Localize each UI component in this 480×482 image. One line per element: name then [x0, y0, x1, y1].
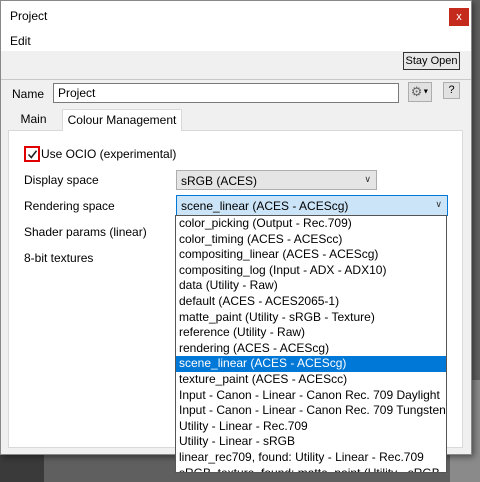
dropdown-option[interactable]: color_timing (ACES - ACEScc): [176, 232, 446, 248]
use-ocio-label: Use OCIO (experimental): [41, 147, 177, 161]
dropdown-option[interactable]: texture_paint (ACES - ACEScc): [176, 372, 446, 388]
chevron-down-icon: ∨: [435, 199, 442, 209]
dropdown-option[interactable]: Utility - Linear - Rec.709: [176, 419, 446, 435]
settings-button[interactable]: ⚙▼: [408, 82, 432, 102]
dropdown-option[interactable]: Input - Canon - Linear - Canon Rec. 709 …: [176, 403, 446, 419]
separator: [1, 79, 471, 80]
use-ocio-checkbox[interactable]: [24, 146, 40, 162]
chevron-down-icon: ∨: [364, 174, 371, 184]
window-title: Project: [10, 9, 48, 23]
dropdown-option[interactable]: sRGB_texture, found: matte_paint (Utilit…: [176, 466, 446, 473]
dropdown-option[interactable]: default (ACES - ACES2065-1): [176, 294, 446, 310]
rendering-space-select[interactable]: scene_linear (ACES - ACEScg) ∨: [176, 195, 448, 216]
dropdown-option[interactable]: reference (Utility - Raw): [176, 325, 446, 341]
menu-edit[interactable]: Edit: [10, 34, 31, 48]
dropdown-option[interactable]: compositing_linear (ACES - ACEScg): [176, 247, 446, 263]
close-button[interactable]: x: [449, 8, 469, 26]
help-button[interactable]: ?: [443, 82, 460, 99]
display-space-select[interactable]: sRGB (ACES) ∨: [176, 170, 377, 190]
name-label: Name: [12, 87, 45, 101]
dropdown-option[interactable]: data (Utility - Raw): [176, 278, 446, 294]
shader-params-label: Shader params (linear): [24, 225, 147, 239]
dropdown-option[interactable]: rendering (ACES - ACEScg): [176, 341, 446, 357]
rendering-space-value: scene_linear (ACES - ACEScg): [181, 199, 349, 213]
rendering-space-label: Rendering space: [24, 199, 115, 213]
tab-colour-management[interactable]: Colour Management: [62, 109, 182, 131]
menu-bar: Edit: [1, 31, 471, 51]
tab-main[interactable]: Main: [13, 109, 54, 130]
display-space-value: sRGB (ACES): [181, 174, 258, 188]
dropdown-option[interactable]: linear_rec709, found: Utility - Linear -…: [176, 450, 446, 466]
gear-icon: ⚙: [410, 84, 423, 99]
name-field[interactable]: [53, 83, 399, 103]
dropdown-option[interactable]: Utility - Linear - sRGB: [176, 434, 446, 450]
title-bar[interactable]: Project x: [1, 1, 471, 31]
chevron-down-icon: ▼: [422, 88, 430, 96]
bit-textures-label: 8-bit textures: [24, 251, 94, 265]
stay-open-button[interactable]: Stay Open: [403, 52, 460, 70]
dropdown-option[interactable]: compositing_log (Input - ADX - ADX10): [176, 263, 446, 279]
rendering-space-dropdown-list[interactable]: color_picking (Output - Rec.709) color_ti…: [175, 215, 447, 473]
dropdown-option[interactable]: Input - Canon - Linear - Canon Rec. 709 …: [176, 388, 446, 404]
dropdown-option[interactable]: matte_paint (Utility - sRGB - Texture): [176, 310, 446, 326]
checkmark-icon: [27, 150, 38, 159]
dropdown-option[interactable]: color_picking (Output - Rec.709): [176, 216, 446, 232]
dropdown-option[interactable]: scene_linear (ACES - ACEScg): [176, 356, 446, 372]
display-space-label: Display space: [24, 173, 99, 187]
